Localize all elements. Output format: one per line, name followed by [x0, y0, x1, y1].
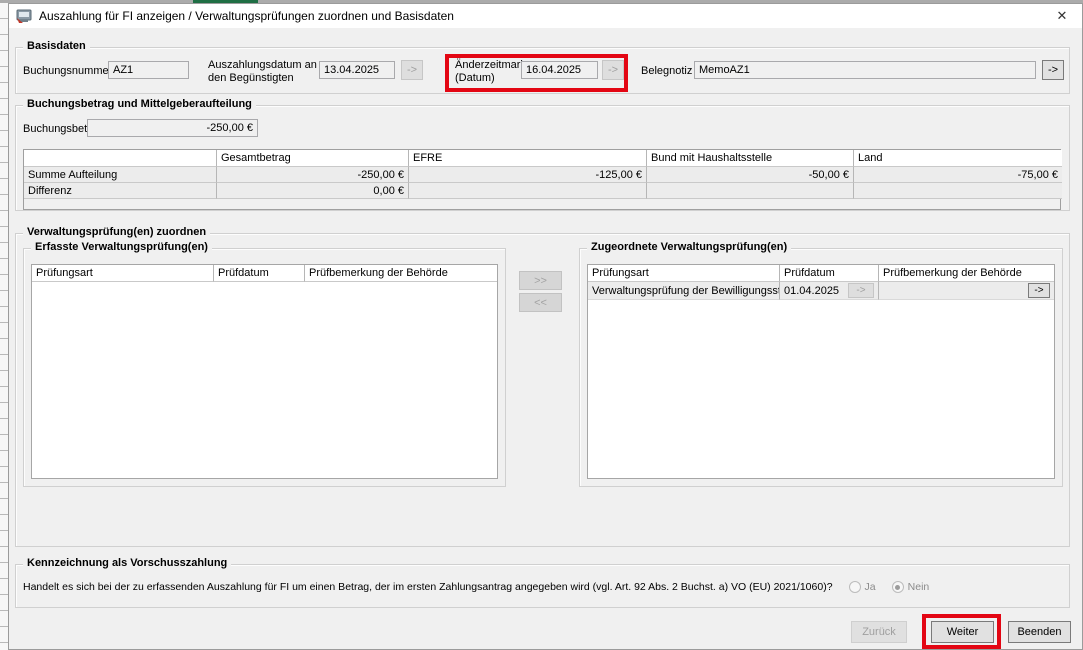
differenz-bund: [647, 183, 854, 199]
window-title: Auszahlung für FI anzeigen / Verwaltungs…: [39, 9, 454, 23]
background-window-left-edge: [0, 3, 8, 650]
vorschuss-question-row: Handelt es sich bei der zu erfassenden A…: [23, 581, 929, 593]
pruefdatum-open-button[interactable]: ->: [848, 283, 874, 298]
mittelgeber-legend: Buchungsbetrag und Mittelgeberaufteilung: [23, 98, 256, 110]
differenz-gesamtbetrag: 0,00 €: [217, 183, 409, 199]
beenden-button[interactable]: Beenden: [1008, 621, 1071, 643]
screen: Auszahlung für FI anzeigen / Verwaltungs…: [0, 0, 1083, 650]
erfasste-list[interactable]: Prüfungsart Prüfdatum Prüfbemerkung der …: [31, 264, 498, 479]
zugeordnete-row-pruefungsart: Verwaltungsprüfung der Bewilligungsstell…: [588, 282, 780, 300]
vorschuss-legend: Kennzeichnung als Vorschusszahlung: [23, 557, 231, 569]
buchungsnummer-label: Buchungsnummer: [23, 65, 112, 77]
window-icon: [16, 9, 32, 24]
zurueck-button[interactable]: Zurück: [851, 621, 907, 643]
dialog-window: Auszahlung für FI anzeigen / Verwaltungs…: [8, 3, 1083, 650]
radio-ja-circle-icon: [849, 581, 861, 593]
belegnotiz-field[interactable]: [694, 61, 1036, 79]
vorschuss-question: Handelt es sich bei der zu erfassenden A…: [23, 581, 833, 593]
buchungsnummer-field[interactable]: [108, 61, 189, 79]
erfasste-legend: Erfasste Verwaltungsprüfung(en): [31, 241, 212, 253]
mittelgeber-col-gesamtbetrag: Gesamtbetrag: [217, 150, 409, 167]
zugeordnete-col-pruefbemerkung: Prüfbemerkung der Behörde: [879, 265, 1054, 282]
erfasste-col-pruefungsart: Prüfungsart: [32, 265, 214, 282]
aenderzeitmarke-open-button[interactable]: ->: [602, 60, 624, 80]
radio-ja-label: Ja: [865, 581, 876, 593]
zugeordnete-row-pruefdatum: 01.04.2025 ->: [780, 282, 879, 300]
radio-nein[interactable]: Nein: [892, 581, 930, 593]
mittelgeber-col-empty: [24, 150, 217, 167]
differenz-efre: [409, 183, 647, 199]
summe-bund: -50,00 €: [647, 167, 854, 183]
mittelgeber-col-bund: Bund mit Haushaltsstelle: [647, 150, 854, 167]
erfasste-col-pruefdatum: Prüfdatum: [214, 265, 305, 282]
differenz-land: [854, 183, 1062, 199]
zuordnen-legend: Verwaltungsprüfung(en) zuordnen: [23, 226, 210, 238]
belegnotiz-label: Belegnotiz: [641, 65, 692, 77]
assign-left-button[interactable]: <<: [519, 293, 562, 312]
pruefbemerkung-open-button[interactable]: ->: [1028, 283, 1050, 298]
zugeordnete-legend: Zugeordnete Verwaltungsprüfung(en): [587, 241, 791, 253]
aenderzeitmarke-field[interactable]: [521, 61, 598, 79]
zugeordnete-row[interactable]: Verwaltungsprüfung der Bewilligungsstell…: [588, 282, 1054, 300]
titlebar: Auszahlung für FI anzeigen / Verwaltungs…: [9, 4, 1082, 28]
summe-land: -75,00 €: [854, 167, 1062, 183]
auszahlungsdatum-field[interactable]: [319, 61, 395, 79]
summe-efre: -125,00 €: [409, 167, 647, 183]
radio-ja[interactable]: Ja: [849, 581, 876, 593]
mittelgeber-col-efre: EFRE: [409, 150, 647, 167]
auszahlungsdatum-open-button[interactable]: ->: [401, 60, 423, 80]
basisdaten-legend: Basisdaten: [23, 40, 90, 52]
row-label-differenz: Differenz: [24, 183, 217, 199]
zugeordnete-col-pruefdatum: Prüfdatum: [780, 265, 879, 282]
belegnotiz-open-button[interactable]: ->: [1042, 60, 1064, 80]
buchungsbetrag-field[interactable]: [87, 119, 258, 137]
radio-nein-circle-icon: [892, 581, 904, 593]
summe-gesamtbetrag: -250,00 €: [217, 167, 409, 183]
radio-nein-label: Nein: [908, 581, 930, 593]
erfasste-col-pruefbemerkung: Prüfbemerkung der Behörde: [305, 265, 497, 282]
auszahlungsdatum-label: Auszahlungsdatum an den Begünstigten: [208, 59, 318, 85]
mittelgeber-table: Gesamtbetrag EFRE Bund mit Haushaltsstel…: [23, 149, 1061, 210]
mittelgeber-col-land: Land: [854, 150, 1062, 167]
close-icon[interactable]: ✕: [1053, 7, 1071, 25]
zugeordnete-col-pruefungsart: Prüfungsart: [588, 265, 780, 282]
assign-right-button[interactable]: >>: [519, 271, 562, 290]
zugeordnete-row-pruefbemerkung: ->: [879, 282, 1054, 300]
row-label-summe-aufteilung: Summe Aufteilung: [24, 167, 217, 183]
zugeordnete-list[interactable]: Prüfungsart Prüfdatum Prüfbemerkung der …: [587, 264, 1055, 479]
weiter-button[interactable]: Weiter: [931, 621, 994, 643]
